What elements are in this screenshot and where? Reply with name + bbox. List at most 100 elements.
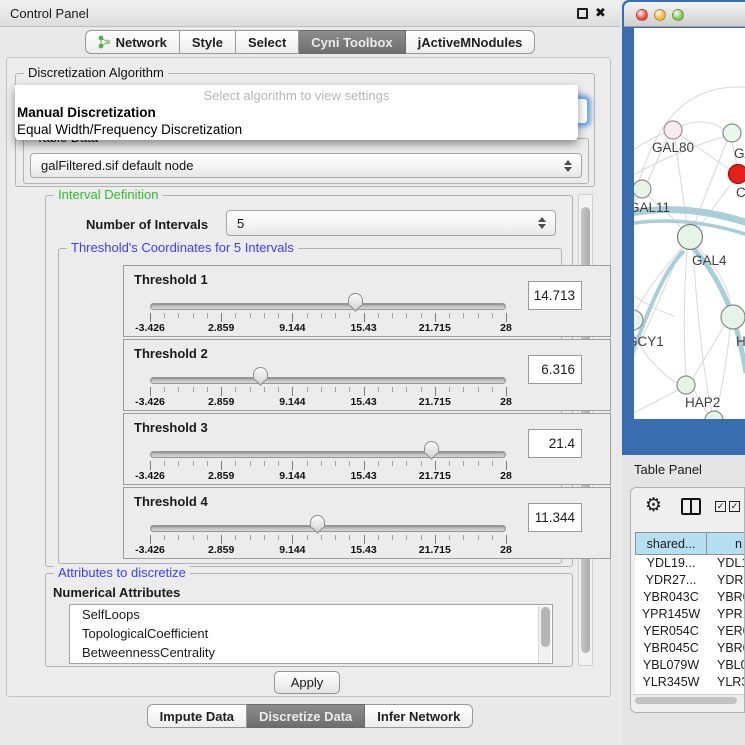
cyni-toolbox-content: Discretization Algorithm Table Data galF… [6, 57, 611, 697]
popup-item-list: Manual DiscretizationEqual Width/Frequen… [15, 104, 578, 138]
scale-label: 28 [500, 322, 512, 334]
slider-thumb[interactable] [348, 293, 363, 312]
panel-title: Control Panel [10, 6, 89, 21]
table-hscroll-thumb[interactable] [635, 697, 737, 704]
network-node-c[interactable] [729, 165, 745, 184]
tab-cyni-toolbox[interactable]: Cyni Toolbox [299, 30, 405, 54]
table-row[interactable]: YDL19...YDL1 [635, 555, 745, 572]
scale-label: 15.43 [350, 396, 376, 408]
numerical-attributes-label: Numerical Attributes [53, 585, 180, 600]
network-node-ga[interactable] [723, 124, 741, 142]
tab-label: Select [248, 35, 286, 50]
cell-name: YDL1 [707, 555, 745, 572]
table-row[interactable]: YDR27...YDR2 [635, 572, 745, 589]
control-panel-titlebar: Control Panel ✖ [0, 0, 620, 27]
scale-label: 2.859 [208, 470, 234, 482]
table-row[interactable]: YLR345WYLR3 [635, 674, 745, 691]
bottom-tab-infer-network[interactable]: Infer Network [365, 704, 473, 728]
table-data-combo[interactable]: galFiltered.sif default node [30, 153, 582, 178]
tab-jactivemnodules[interactable]: jActiveMNodules [406, 30, 536, 54]
gear-icon[interactable]: ⚙ [645, 494, 662, 517]
slider-track[interactable] [150, 303, 506, 310]
tab-label: jActiveMNodules [418, 35, 523, 50]
cell-shared-name: YBR043C [635, 589, 707, 606]
checkbox-icon[interactable]: ✓ [729, 501, 740, 512]
scale-label: 21.715 [419, 396, 451, 408]
checkbox-icon[interactable]: ✓ [715, 501, 726, 512]
list-scrollbar-thumb[interactable] [541, 607, 550, 647]
network-node-h[interactable] [721, 305, 745, 329]
number-of-intervals-combo[interactable]: 5 [226, 210, 556, 236]
bottom-tab-impute-data[interactable]: Impute Data [147, 704, 247, 728]
bottom-tab-label: Impute Data [160, 709, 234, 724]
threshold-panel-1: Threshold 1-3.4262.8599.14415.4321.71528… [123, 265, 611, 337]
table-data-group: Table Data galFiltered.sif default node [23, 138, 589, 184]
table-row[interactable]: YBR043CYBR0 [635, 589, 745, 606]
number-of-intervals-label: Number of Intervals [86, 217, 208, 232]
network-window-titlebar[interactable] [624, 2, 745, 27]
scale-label: -3.426 [135, 544, 165, 556]
slider-track[interactable] [150, 525, 506, 532]
cell-name: YDR2 [707, 572, 745, 589]
list-item-topologicalcoefficient[interactable]: TopologicalCoefficient [70, 624, 552, 643]
cell-shared-name: YDL19... [635, 555, 707, 572]
cell-shared-name: YPR145W [635, 606, 707, 623]
scale-label: 15.43 [350, 322, 376, 334]
cell-name: YBR0 [707, 589, 745, 606]
network-node-gal4[interactable] [678, 225, 703, 250]
slider-ticks [150, 461, 507, 470]
network-view-window: GAL80GACGAL11GAL4GCY1HHAP2 [622, 0, 745, 455]
tab-select[interactable]: Select [236, 30, 299, 54]
list-item-selfloops[interactable]: SelfLoops [70, 605, 552, 624]
interval-definition-group: Interval Definition Number of Intervals … [45, 195, 573, 567]
thresholds-group-title: Threshold's Coordinates for 5 Intervals [67, 240, 298, 255]
float-window-icon[interactable] [577, 8, 588, 19]
numerical-attributes-list[interactable]: SelfLoopsTopologicalCoefficientBetweenne… [69, 604, 553, 664]
column-header-shared-name[interactable]: shared... [635, 532, 707, 555]
close-icon[interactable]: ✖ [595, 5, 606, 21]
bottom-tab-bar: Impute Data Discretize DataInfer Network [0, 704, 620, 728]
popup-item-equal-width-frequency-discretization[interactable]: Equal Width/Frequency Discretization [15, 121, 578, 138]
number-of-intervals-value: 5 [237, 216, 244, 231]
slider-track[interactable] [150, 377, 506, 384]
table-data-combo-value: galFiltered.sif default node [41, 158, 193, 173]
apply-button[interactable]: Apply [274, 671, 340, 694]
bottom-tab-discretize-data[interactable]: Discretize Data [247, 704, 365, 728]
slider-thumb[interactable] [253, 367, 268, 386]
slider-ticks [150, 387, 507, 396]
tab-style[interactable]: Style [180, 30, 236, 54]
popup-item-manual-discretization[interactable]: Manual Discretization [15, 104, 578, 121]
table-panel-title: Table Panel [634, 462, 702, 477]
zoom-traffic-light-icon[interactable] [672, 9, 684, 21]
network-canvas[interactable]: GAL80GACGAL11GAL4GCY1HHAP2 [634, 28, 745, 419]
cell-shared-name: YDR27... [635, 572, 707, 589]
slider-thumb[interactable] [424, 441, 439, 460]
network-node-gal80[interactable] [664, 121, 682, 139]
node-label: GCY1 [634, 334, 664, 349]
tab-network[interactable]: Network [85, 30, 180, 54]
list-item-betweennesscentrality[interactable]: BetweennessCentrality [70, 643, 552, 662]
table-row[interactable]: YBR045CYBR0 [635, 640, 745, 657]
minimize-traffic-light-icon[interactable] [654, 9, 666, 21]
threshold-value-field[interactable]: 21.4 [528, 429, 582, 458]
network-node-hap2[interactable] [677, 376, 695, 394]
cell-name: YBL0 [707, 657, 745, 674]
threshold-value-field[interactable]: 11.344 [528, 503, 582, 532]
table-horizontal-scrollbar[interactable] [633, 694, 744, 705]
scale-label: 2.859 [208, 544, 234, 556]
slider-track[interactable] [150, 451, 506, 458]
table-row[interactable]: YPR145WYPR1 [635, 606, 745, 623]
node-label: GAL80 [652, 140, 694, 155]
column-layout-icon[interactable] [681, 498, 701, 515]
list-scrollbar[interactable] [538, 606, 551, 664]
close-traffic-light-icon[interactable] [636, 9, 648, 21]
scale-label: 15.43 [350, 544, 376, 556]
threshold-value-field[interactable]: 6.316 [528, 355, 582, 384]
table-row[interactable]: YER054CYER0 [635, 623, 745, 640]
network-node[interactable] [705, 411, 723, 419]
table-row[interactable]: YBL079WYBL0 [635, 657, 745, 674]
network-node-gal11[interactable] [634, 180, 651, 198]
threshold-value-field[interactable]: 14.713 [528, 281, 582, 310]
column-header-name[interactable]: n [706, 532, 745, 555]
slider-thumb[interactable] [310, 515, 325, 534]
